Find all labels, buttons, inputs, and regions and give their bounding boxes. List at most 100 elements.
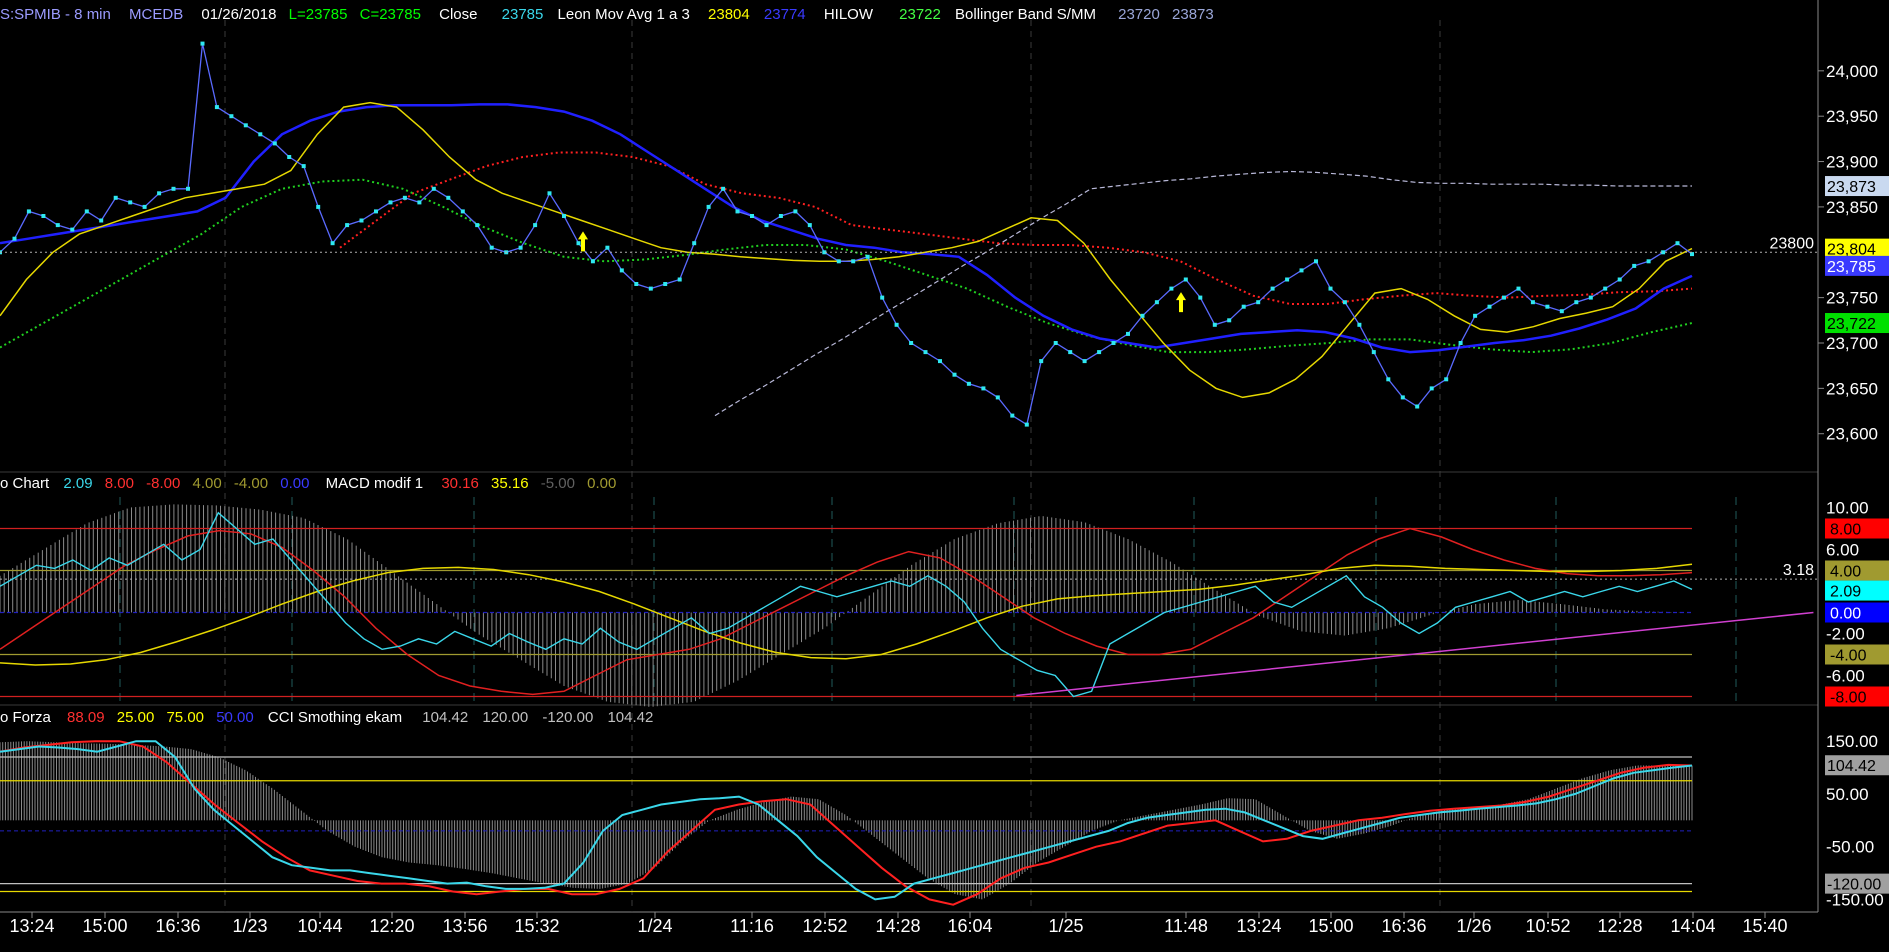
close-point (981, 386, 986, 391)
cci-legend-label: o Forza (0, 709, 52, 726)
close-point (460, 209, 465, 214)
close-point (1400, 395, 1405, 400)
close-point (446, 195, 451, 200)
legend-close-value: 23785 (502, 6, 544, 23)
macd-legend-name: MACD modif 1 (326, 475, 424, 492)
macd-badge-label: -8.00 (1830, 690, 1867, 707)
close-point (619, 268, 624, 273)
macd-badge-label: 0.00 (1830, 606, 1861, 623)
time-tick-label: 16:36 (1381, 916, 1426, 936)
close-point (272, 141, 277, 146)
close-point (1140, 313, 1145, 318)
close-point (1675, 241, 1680, 246)
cci-tick-label: 50.00 (1826, 785, 1869, 804)
legend-bb-name: Bollinger Band S/MM (955, 6, 1096, 23)
macd-ref-label: 3.18 (1783, 562, 1814, 579)
close-point (1010, 413, 1015, 418)
close-point (200, 41, 205, 46)
close-point (70, 227, 75, 232)
close-point (1458, 341, 1463, 345)
close-point (1183, 277, 1188, 282)
time-tick-label: 16:04 (947, 916, 992, 936)
cci-badge-label: 104.42 (1827, 758, 1876, 775)
price-tick-label: 23,650 (1826, 379, 1878, 398)
macd-legend-v4: -4.00 (234, 475, 268, 492)
price-tick-label: 23,950 (1826, 107, 1878, 126)
close-point (316, 204, 321, 209)
time-tick-label: 11:48 (1164, 916, 1208, 936)
close-point (750, 214, 754, 218)
cci-legend: o Forza 88.09 25.00 75.00 50.00 CCI Smot… (0, 709, 653, 726)
cci-tick-label: -50.00 (1826, 838, 1874, 857)
time-tick-label: 10:52 (1525, 916, 1570, 936)
close-point (851, 259, 856, 264)
close-point (909, 341, 914, 345)
cci-legend-v1: 25.00 (117, 709, 155, 726)
macd-legend: o Chart 2.09 8.00 -8.00 4.00 -4.00 0.00 … (0, 475, 616, 492)
close-point (1097, 350, 1102, 355)
cci-legend-c0: 104.42 (422, 709, 468, 726)
time-tick-label: 13:24 (9, 916, 54, 936)
close-point (807, 223, 812, 228)
close-point (55, 223, 60, 228)
price-tick-label: 23,700 (1826, 334, 1878, 353)
close-point (1299, 268, 1304, 273)
legend-mavg-value1: 23804 (708, 6, 750, 23)
chart-svg: 23800 3.18 24,000 23,950 23,900 23,850 23,75… (0, 0, 1889, 947)
close-point (663, 282, 668, 286)
close-point (26, 209, 31, 214)
close-point (1632, 263, 1637, 268)
macd-badge-label: 4.00 (1830, 564, 1861, 581)
close-point (489, 245, 494, 250)
close-point (345, 223, 350, 228)
close-point (518, 245, 523, 250)
close-point (12, 236, 17, 241)
macd-badge-label: -4.00 (1830, 648, 1867, 665)
legend-mavg-value2: 23774 (764, 6, 806, 23)
close-point (547, 191, 552, 196)
legend-date: 01/26/2018 (201, 6, 276, 23)
close-point (1574, 300, 1579, 305)
close-point (880, 295, 885, 300)
close-point (952, 372, 957, 377)
price-tick-label: 23,600 (1826, 425, 1878, 444)
macd-legend-v1: 8.00 (105, 475, 134, 492)
time-tick-label: 14:28 (875, 916, 920, 936)
close-point (1154, 300, 1159, 305)
close-point (301, 164, 306, 169)
time-tick-label: 16:36 (155, 916, 200, 936)
close-point (1169, 286, 1174, 291)
close-point (1545, 304, 1550, 309)
time-tick-label: 13:24 (1236, 916, 1281, 936)
close-point (41, 214, 46, 218)
close-point (1111, 341, 1116, 345)
price-tick-label: 23,850 (1826, 198, 1878, 217)
close-point (865, 254, 870, 259)
close-point (692, 241, 697, 246)
close-point (966, 381, 971, 386)
close-point (764, 223, 769, 228)
close-point (99, 218, 104, 223)
time-tick-label: 1/25 (1048, 916, 1083, 936)
close-point (1646, 259, 1651, 264)
cci-tick-label: 150.00 (1826, 732, 1878, 751)
close-point (157, 191, 162, 196)
close-point (923, 350, 928, 355)
cci-legend-c2: -120.00 (542, 709, 593, 726)
close-point (1487, 304, 1492, 309)
macd-legend-label: o Chart (0, 475, 50, 492)
price-badge-label: 23,785 (1827, 259, 1876, 276)
close-point (778, 214, 783, 218)
close-point (677, 277, 682, 282)
time-tick-label: 1/24 (637, 916, 672, 936)
close-point (475, 223, 480, 228)
time-tick-label: 15:00 (1308, 916, 1353, 936)
price-badge-label: 23,722 (1827, 316, 1876, 333)
close-point (1039, 359, 1044, 364)
close-point (793, 209, 798, 214)
close-point (1227, 318, 1232, 323)
close-point (258, 132, 263, 137)
price-tick-label: 23,900 (1826, 153, 1878, 172)
close-point (1053, 341, 1058, 345)
close-point (1082, 359, 1087, 364)
